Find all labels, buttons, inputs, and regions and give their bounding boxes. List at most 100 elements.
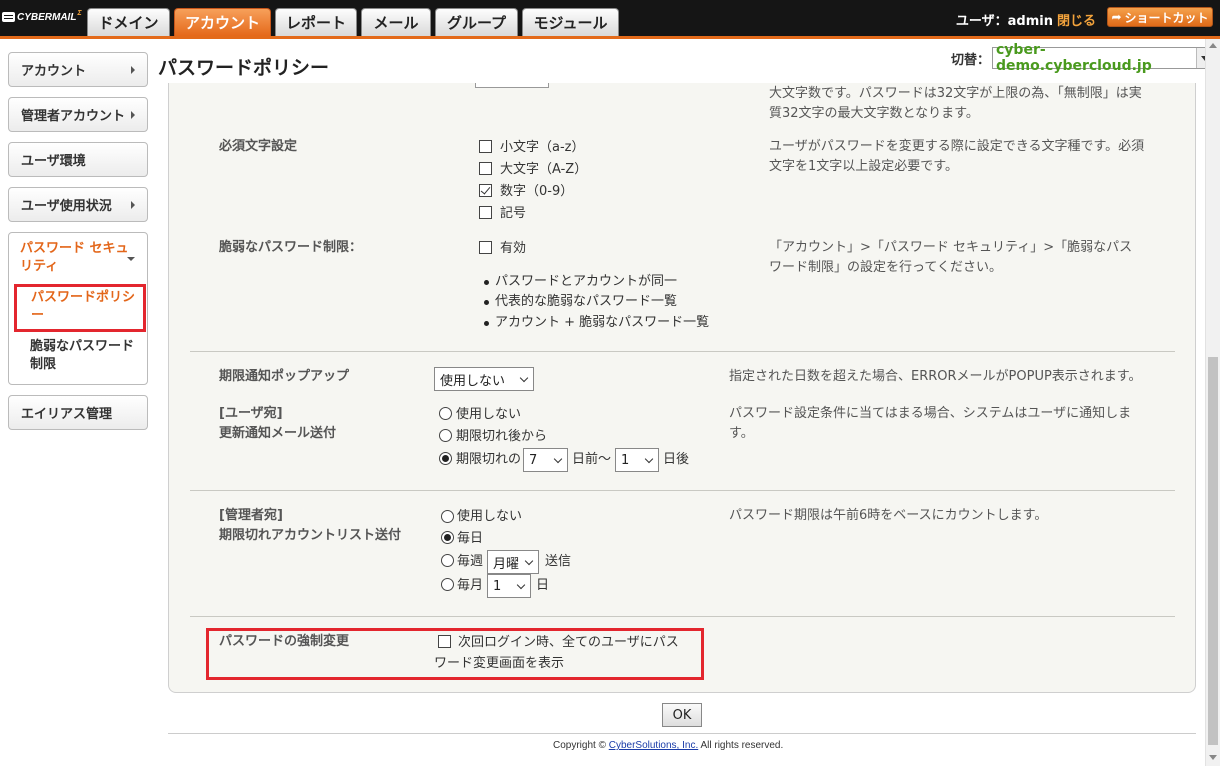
lowercase-checkbox[interactable] <box>479 140 492 153</box>
chevron-down-icon <box>519 373 529 383</box>
days-before-value: 7 <box>529 452 538 468</box>
shortcut-label: ショートカット <box>1124 10 1209 25</box>
tab-underline <box>0 36 1220 39</box>
top-bar: CYBERMAIL Σ ドメイン アカウント レポート メール グループ モジュ… <box>0 0 1220 36</box>
weak-rule-item: パスワードとアカウントが同一 <box>495 274 678 289</box>
logo-text: CYBERMAIL <box>17 11 77 23</box>
sidebar-item-user-usage[interactable]: ユーザ使用状況 <box>8 187 148 222</box>
chevron-right-icon <box>131 65 135 74</box>
max-length-select[interactable] <box>475 83 549 88</box>
section-divider <box>190 490 1175 491</box>
sidebar-item-label: アカウント <box>21 64 87 79</box>
days-after-value: 1 <box>621 452 630 468</box>
ok-button[interactable]: OK <box>662 703 702 727</box>
days-before-suffix: 日前〜 <box>572 452 612 467</box>
weak-limit-checkbox[interactable] <box>479 241 492 254</box>
chevron-down-icon <box>524 556 534 566</box>
admin-list-option: 毎日 <box>457 531 484 546</box>
expiry-popup-value: 使用しない <box>440 373 506 389</box>
sidebar-item-label: エイリアス管理 <box>21 407 113 422</box>
bullet-icon <box>484 280 489 285</box>
tab-mail[interactable]: メール <box>361 8 431 36</box>
chevron-down-icon <box>516 580 526 590</box>
monthday-value: 1 <box>493 578 502 594</box>
chevron-right-icon <box>131 110 135 119</box>
admin-list-radio-none[interactable] <box>441 510 454 523</box>
scroll-up-icon[interactable] <box>1209 43 1217 48</box>
sidebar-item-user-env[interactable]: ユーザ環境 <box>8 142 148 177</box>
domain-switch-value: cyber-demo.cybercloud.jp <box>996 42 1152 74</box>
lowercase-label: 小文字（a-z） <box>500 140 585 155</box>
vertical-scrollbar[interactable] <box>1205 39 1220 766</box>
user-notify-radio-none[interactable] <box>439 407 452 420</box>
tab-report[interactable]: レポート <box>275 8 357 36</box>
user-notify-radio-after[interactable] <box>439 429 452 442</box>
sidebar-item-label: ユーザ環境 <box>21 154 86 169</box>
admin-list-option: 毎週 <box>457 554 484 569</box>
required-chars-label: 必須文字設定 <box>219 139 298 154</box>
copyright-prefix: Copyright © <box>553 740 606 751</box>
days-after-select[interactable]: 1 <box>615 448 659 472</box>
user-notify-radio-before[interactable] <box>439 452 452 465</box>
chevron-down-icon <box>644 454 654 464</box>
sidebar-item-label: ユーザ使用状況 <box>21 199 112 214</box>
monthday-select[interactable]: 1 <box>487 574 531 598</box>
section-divider <box>190 616 1175 617</box>
admin-list-label-1: [管理者宛] <box>219 508 283 523</box>
monthly-suffix: 日 <box>536 578 550 593</box>
admin-list-desc: パスワード期限は午前6時をベースにカウントします。 <box>729 508 1048 523</box>
weekday-select[interactable]: 月曜 <box>487 550 539 574</box>
chevron-down-icon <box>127 257 135 261</box>
symbols-checkbox[interactable] <box>479 206 492 219</box>
page-title: パスワードポリシー <box>158 57 330 79</box>
sidebar-item-label: 管理者アカウント <box>21 109 126 124</box>
days-after-suffix: 日後 <box>663 452 690 467</box>
company-link[interactable]: CyberSolutions, Inc. <box>609 740 699 751</box>
expiry-popup-desc: 指定された日数を超えた場合、ERRORメールがPOPUP表示されます。 <box>729 369 1142 384</box>
footer-divider <box>168 733 1196 734</box>
force-change-label: パスワードの強制変更 <box>219 634 350 649</box>
weak-rule-item: 代表的な脆弱なパスワード一覧 <box>495 294 678 309</box>
logo-sup: Σ <box>77 10 82 17</box>
sidebar-item-admin-account[interactable]: 管理者アカウント <box>8 97 148 132</box>
user-notify-option: 期限切れ後から <box>456 429 548 444</box>
admin-list-option: 毎月 <box>457 578 484 593</box>
digits-checkbox[interactable] <box>479 184 492 197</box>
chevron-down-icon <box>553 454 563 464</box>
admin-list-radio-weekly[interactable] <box>441 554 454 567</box>
copyright: Copyright © CyberSolutions, Inc. All rig… <box>553 740 783 751</box>
weekly-suffix: 送信 <box>545 554 572 569</box>
force-change-checkbox[interactable] <box>438 635 451 648</box>
expiry-popup-select[interactable]: 使用しない <box>434 367 534 391</box>
sidebar-item-alias[interactable]: エイリアス管理 <box>8 395 148 430</box>
domain-switch-select[interactable]: cyber-demo.cybercloud.jp <box>992 42 1213 74</box>
chevron-right-icon <box>131 200 135 209</box>
tab-module[interactable]: モジュール <box>522 8 619 36</box>
section-divider <box>190 351 1175 352</box>
user-notify-label-1: [ユーザ宛] <box>219 406 283 421</box>
admin-list-option: 使用しない <box>457 509 523 524</box>
tab-domain[interactable]: ドメイン <box>87 8 170 36</box>
sidebar-item-password-security[interactable]: パスワード セキュリティ <box>20 240 130 276</box>
sidebar-item-account[interactable]: アカウント <box>8 52 148 87</box>
domain-switch-label: 切替： <box>951 53 991 68</box>
weak-rule-item: アカウント + 脆弱なパスワード一覧 <box>495 315 710 330</box>
copyright-suffix: All rights reserved. <box>700 740 784 751</box>
expiry-popup-label: 期限通知ポップアップ <box>219 369 350 384</box>
symbols-label: 記号 <box>500 206 527 221</box>
admin-list-radio-monthly[interactable] <box>441 578 454 591</box>
scroll-down-icon[interactable] <box>1209 755 1217 760</box>
shortcut-button[interactable]: ➦ ショートカット <box>1107 7 1213 27</box>
scrollbar-thumb[interactable] <box>1208 357 1218 745</box>
sidebar-subitem-password-policy[interactable]: パスワードポリシー <box>14 284 146 332</box>
tab-account[interactable]: アカウント <box>174 8 271 36</box>
days-before-select[interactable]: 7 <box>523 448 568 472</box>
admin-list-radio-daily[interactable] <box>441 531 454 544</box>
sidebar-subitem-weak-password[interactable]: 脆弱なパスワード制限 <box>30 338 140 374</box>
force-change-text-1: 次回ログイン時、全てのユーザにパス <box>458 635 679 650</box>
logout-link[interactable]: 閉じる <box>1057 14 1096 29</box>
uppercase-checkbox[interactable] <box>479 162 492 175</box>
tab-group[interactable]: グループ <box>435 8 518 36</box>
max-length-desc: 大文字数です。パスワードは32文字が上限の為、「無制限」は実質32文字の最大文字… <box>769 86 1142 121</box>
user-notify-desc: パスワード設定条件に当てはまる場合、システムはユーザに通知します。 <box>729 406 1132 441</box>
